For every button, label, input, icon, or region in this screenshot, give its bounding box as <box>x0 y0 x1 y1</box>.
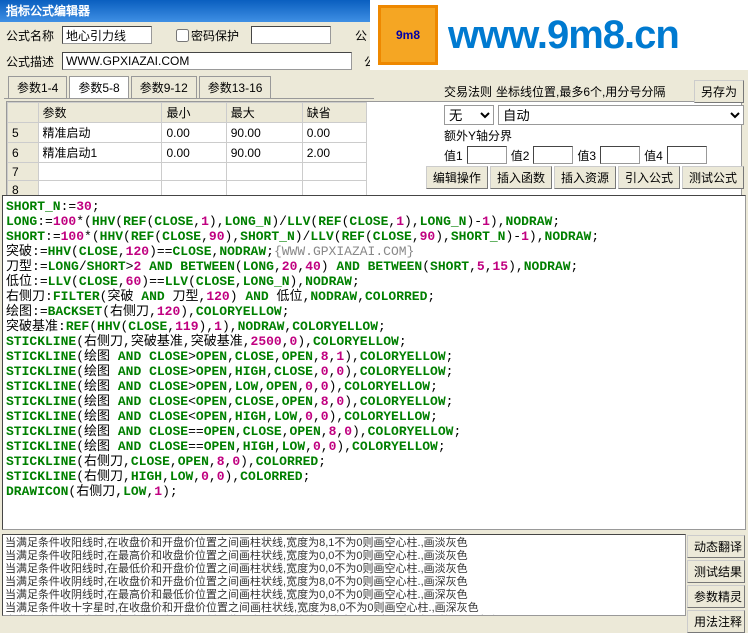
formula-name-input[interactable] <box>62 26 152 44</box>
name-label: 公式名称 <box>6 27 58 44</box>
param-tab-0[interactable]: 参数1-4 <box>8 76 67 98</box>
param-cell[interactable]: 0.00 <box>162 143 226 163</box>
param-cell[interactable] <box>162 163 226 181</box>
coord-select[interactable]: 自动 <box>498 105 744 125</box>
param-cell[interactable] <box>302 163 366 181</box>
param-cell[interactable]: 0.00 <box>162 123 226 143</box>
desc-line: 当满足条件收阴线时,在收盘价和开盘价位置之间画柱状线,宽度为8,0不为0则画空心… <box>5 576 683 589</box>
desc-label: 公式描述 <box>6 53 58 70</box>
param-row: 7 <box>8 163 367 181</box>
toolbar-button[interactable]: 引入公式 <box>618 166 680 189</box>
side-buttons: 动态翻译测试结果参数精灵用法注释 <box>686 534 746 616</box>
val-input-2[interactable] <box>533 146 573 164</box>
val-label-1: 值1 <box>444 147 463 164</box>
desc-line: 当满足条件收阳线时,在最高价和收盘价位置之间画柱状线,宽度为0,0不为0则画空心… <box>5 550 683 563</box>
param-row-num: 5 <box>8 123 39 143</box>
param-row-num: 6 <box>8 143 39 163</box>
code-editor[interactable]: SHORT_N:=30;LONG:=100*(HHV(REF(CLOSE,1),… <box>2 195 746 530</box>
toolbar-button[interactable]: 插入函数 <box>490 166 552 189</box>
val-input-3[interactable] <box>600 146 640 164</box>
password-protect-checkbox[interactable] <box>176 29 189 42</box>
val-input-1[interactable] <box>467 146 507 164</box>
coord-label: 坐标线位置,最多6个,用分号分隔 <box>496 83 690 100</box>
param-header: 最小 <box>162 103 226 123</box>
param-cell[interactable]: 90.00 <box>226 143 302 163</box>
desc-line: 当满足条件收阴线时,在最高价和最低价位置之间画柱状线,宽度为0,0不为0则画空心… <box>5 589 683 602</box>
param-cell[interactable]: 精准启动1 <box>38 143 162 163</box>
description-box[interactable]: 当满足条件收阳线时,在收盘价和开盘价位置之间画柱状线,宽度为8,1不为0则画空心… <box>2 534 686 616</box>
desc-line: 当满足条件收阳线时,在收盘价和开盘价位置之间画柱状线,宽度为8,1不为0则画空心… <box>5 537 683 550</box>
param-tabs: 参数1-4参数5-8参数9-12参数13-16 <box>4 76 374 99</box>
side-button[interactable]: 用法注释 <box>687 610 745 633</box>
rule-label: 交易法则 <box>444 83 492 100</box>
toolbar-button[interactable]: 编辑操作 <box>426 166 488 189</box>
desc-line: 当满足条件收十字星时,在收盘价和开盘价位置之间画柱状线,宽度为8,0不为0则画空… <box>5 602 683 615</box>
extra-y-label: 额外Y轴分界 <box>444 127 512 144</box>
watermark-url: www.9m8.cn <box>448 13 679 58</box>
param-row-num: 7 <box>8 163 39 181</box>
side-button[interactable]: 参数精灵 <box>687 585 745 608</box>
toolbar-button[interactable]: 测试公式 <box>682 166 744 189</box>
param-row: 5精准启动0.0090.000.00 <box>8 123 367 143</box>
param-header: 参数 <box>38 103 162 123</box>
param-cell[interactable]: 2.00 <box>302 143 366 163</box>
saveas-button[interactable]: 另存为 <box>694 80 744 103</box>
side-button[interactable]: 动态翻译 <box>687 535 745 558</box>
right-panel: 交易法则 坐标线位置,最多6个,用分号分隔 另存为 无 自动 额外Y轴分界 值1… <box>444 80 744 189</box>
val-label-2: 值2 <box>511 147 530 164</box>
site-logo-icon: 9m8 <box>378 5 438 65</box>
val-label-4: 值4 <box>644 147 663 164</box>
password-protect-label: 密码保护 <box>191 27 243 44</box>
side-button[interactable]: 测试结果 <box>687 560 745 583</box>
val-input-4[interactable] <box>667 146 707 164</box>
param-tab-2[interactable]: 参数9-12 <box>131 76 197 98</box>
param-cell[interactable]: 精准启动 <box>38 123 162 143</box>
rule-select[interactable]: 无 <box>444 105 494 125</box>
param-cell[interactable] <box>226 163 302 181</box>
param-cell[interactable]: 0.00 <box>302 123 366 143</box>
param-cell[interactable] <box>38 163 162 181</box>
val-label-3: 值3 <box>577 147 596 164</box>
password-input[interactable] <box>251 26 331 44</box>
param-row: 6精准启动10.0090.002.00 <box>8 143 367 163</box>
desc-line: 当满足条件收阳线时,在最低价和开盘价位置之间画柱状线,宽度为0,0不为0则画空心… <box>5 563 683 576</box>
param-header: 缺省 <box>302 103 366 123</box>
formula-desc-input[interactable] <box>62 52 352 70</box>
param-tab-3[interactable]: 参数13-16 <box>199 76 272 98</box>
watermark-banner: 9m8 www.9m8.cn <box>370 0 748 70</box>
param-header: 最大 <box>226 103 302 123</box>
window-title: 指标公式编辑器 <box>6 4 90 18</box>
bottom-bar: 当满足条件收阳线时,在收盘价和开盘价位置之间画柱状线,宽度为8,1不为0则画空心… <box>2 534 746 616</box>
param-cell[interactable]: 90.00 <box>226 123 302 143</box>
toolbar-button[interactable]: 插入资源 <box>554 166 616 189</box>
param-tab-1[interactable]: 参数5-8 <box>69 76 128 98</box>
param-header <box>8 103 39 123</box>
